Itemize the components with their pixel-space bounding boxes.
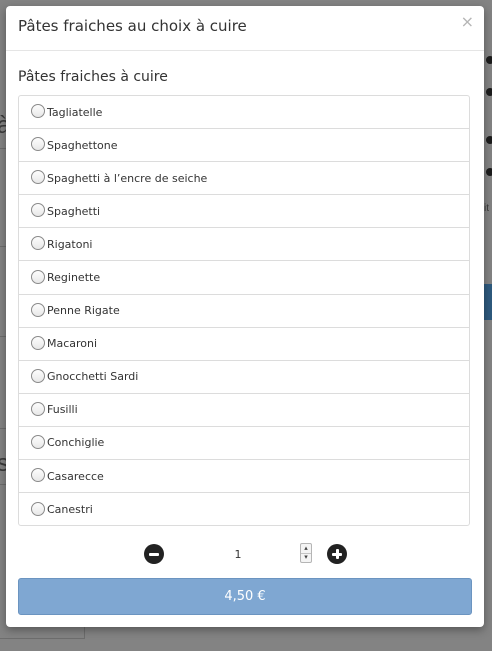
option-item[interactable]: Canestri bbox=[19, 493, 469, 525]
radio-button[interactable] bbox=[31, 269, 45, 284]
option-item[interactable]: Spaghetti bbox=[19, 195, 469, 229]
radio-button[interactable] bbox=[31, 137, 45, 152]
option-label: Gnocchetti Sardi bbox=[47, 370, 139, 384]
option-label: Tagliatelle bbox=[47, 105, 103, 119]
radio-button[interactable] bbox=[31, 104, 45, 119]
background-icon bbox=[486, 136, 492, 144]
option-label: Spaghetti bbox=[47, 204, 101, 218]
radio-button[interactable] bbox=[31, 501, 45, 516]
option-label: Spaghetti à l’encre de seiche bbox=[47, 171, 208, 185]
option-item[interactable]: Spaghettone bbox=[19, 129, 469, 163]
option-list: Tagliatelle Spaghettone Spaghetti à l’en… bbox=[18, 95, 470, 526]
background-divider bbox=[84, 627, 85, 639]
background-divider bbox=[0, 638, 84, 639]
option-label: Conchiglie bbox=[47, 436, 105, 450]
background-button bbox=[484, 284, 492, 320]
option-label: Penne Rigate bbox=[47, 304, 120, 318]
plus-glyph-vertical bbox=[335, 549, 339, 559]
option-item[interactable]: Fusilli bbox=[19, 394, 469, 427]
option-item[interactable]: Macaroni bbox=[19, 328, 469, 361]
option-label: Spaghettone bbox=[47, 138, 118, 152]
radio-button[interactable] bbox=[31, 302, 45, 317]
option-label: Casarecce bbox=[47, 469, 104, 483]
option-label: Fusilli bbox=[47, 403, 78, 417]
option-item[interactable]: Conchiglie bbox=[19, 427, 469, 461]
background-text-fragment: it bbox=[484, 203, 489, 214]
modal-header: Pâtes fraiches au choix à cuire × bbox=[6, 6, 484, 51]
option-item[interactable]: Spaghetti à l’encre de seiche bbox=[19, 162, 469, 196]
option-group-title: Pâtes fraiches à cuire bbox=[18, 69, 168, 85]
quantity-spinner[interactable]: ▴ ▾ bbox=[300, 543, 312, 563]
option-item[interactable]: Tagliatelle bbox=[19, 96, 469, 130]
option-item[interactable]: Reginette bbox=[19, 261, 469, 295]
radio-button[interactable] bbox=[31, 468, 45, 483]
option-item[interactable]: Penne Rigate bbox=[19, 295, 469, 328]
close-button[interactable]: × bbox=[461, 14, 474, 30]
radio-button[interactable] bbox=[31, 368, 45, 383]
background-icon bbox=[486, 168, 492, 176]
radio-button[interactable] bbox=[31, 434, 45, 449]
option-label: Canestri bbox=[47, 503, 93, 517]
quantity-value[interactable]: 1 bbox=[206, 548, 270, 561]
plus-circle-icon[interactable] bbox=[327, 544, 347, 564]
background-icon bbox=[486, 88, 492, 96]
radio-button[interactable] bbox=[31, 335, 45, 350]
option-item[interactable]: Rigatoni bbox=[19, 228, 469, 262]
option-label: Rigatoni bbox=[47, 237, 93, 251]
minus-circle-icon[interactable] bbox=[144, 544, 164, 564]
minus-glyph bbox=[149, 552, 159, 556]
radio-button[interactable] bbox=[31, 236, 45, 251]
option-item[interactable]: Gnocchetti Sardi bbox=[19, 361, 469, 394]
option-item[interactable]: Casarecce bbox=[19, 460, 469, 494]
add-to-cart-price-button[interactable]: 4,50 € bbox=[18, 578, 472, 615]
options-modal: Pâtes fraiches au choix à cuire × Pâtes … bbox=[6, 6, 484, 627]
radio-button[interactable] bbox=[31, 203, 45, 218]
radio-button[interactable] bbox=[31, 401, 45, 416]
modal-title: Pâtes fraiches au choix à cuire bbox=[18, 17, 247, 35]
quantity-stepper: 1 ▴ ▾ bbox=[6, 541, 484, 569]
background-icon bbox=[486, 56, 492, 64]
spin-down-icon[interactable]: ▾ bbox=[301, 553, 311, 562]
radio-button[interactable] bbox=[31, 170, 45, 185]
option-label: Reginette bbox=[47, 271, 101, 285]
option-label: Macaroni bbox=[47, 337, 98, 351]
